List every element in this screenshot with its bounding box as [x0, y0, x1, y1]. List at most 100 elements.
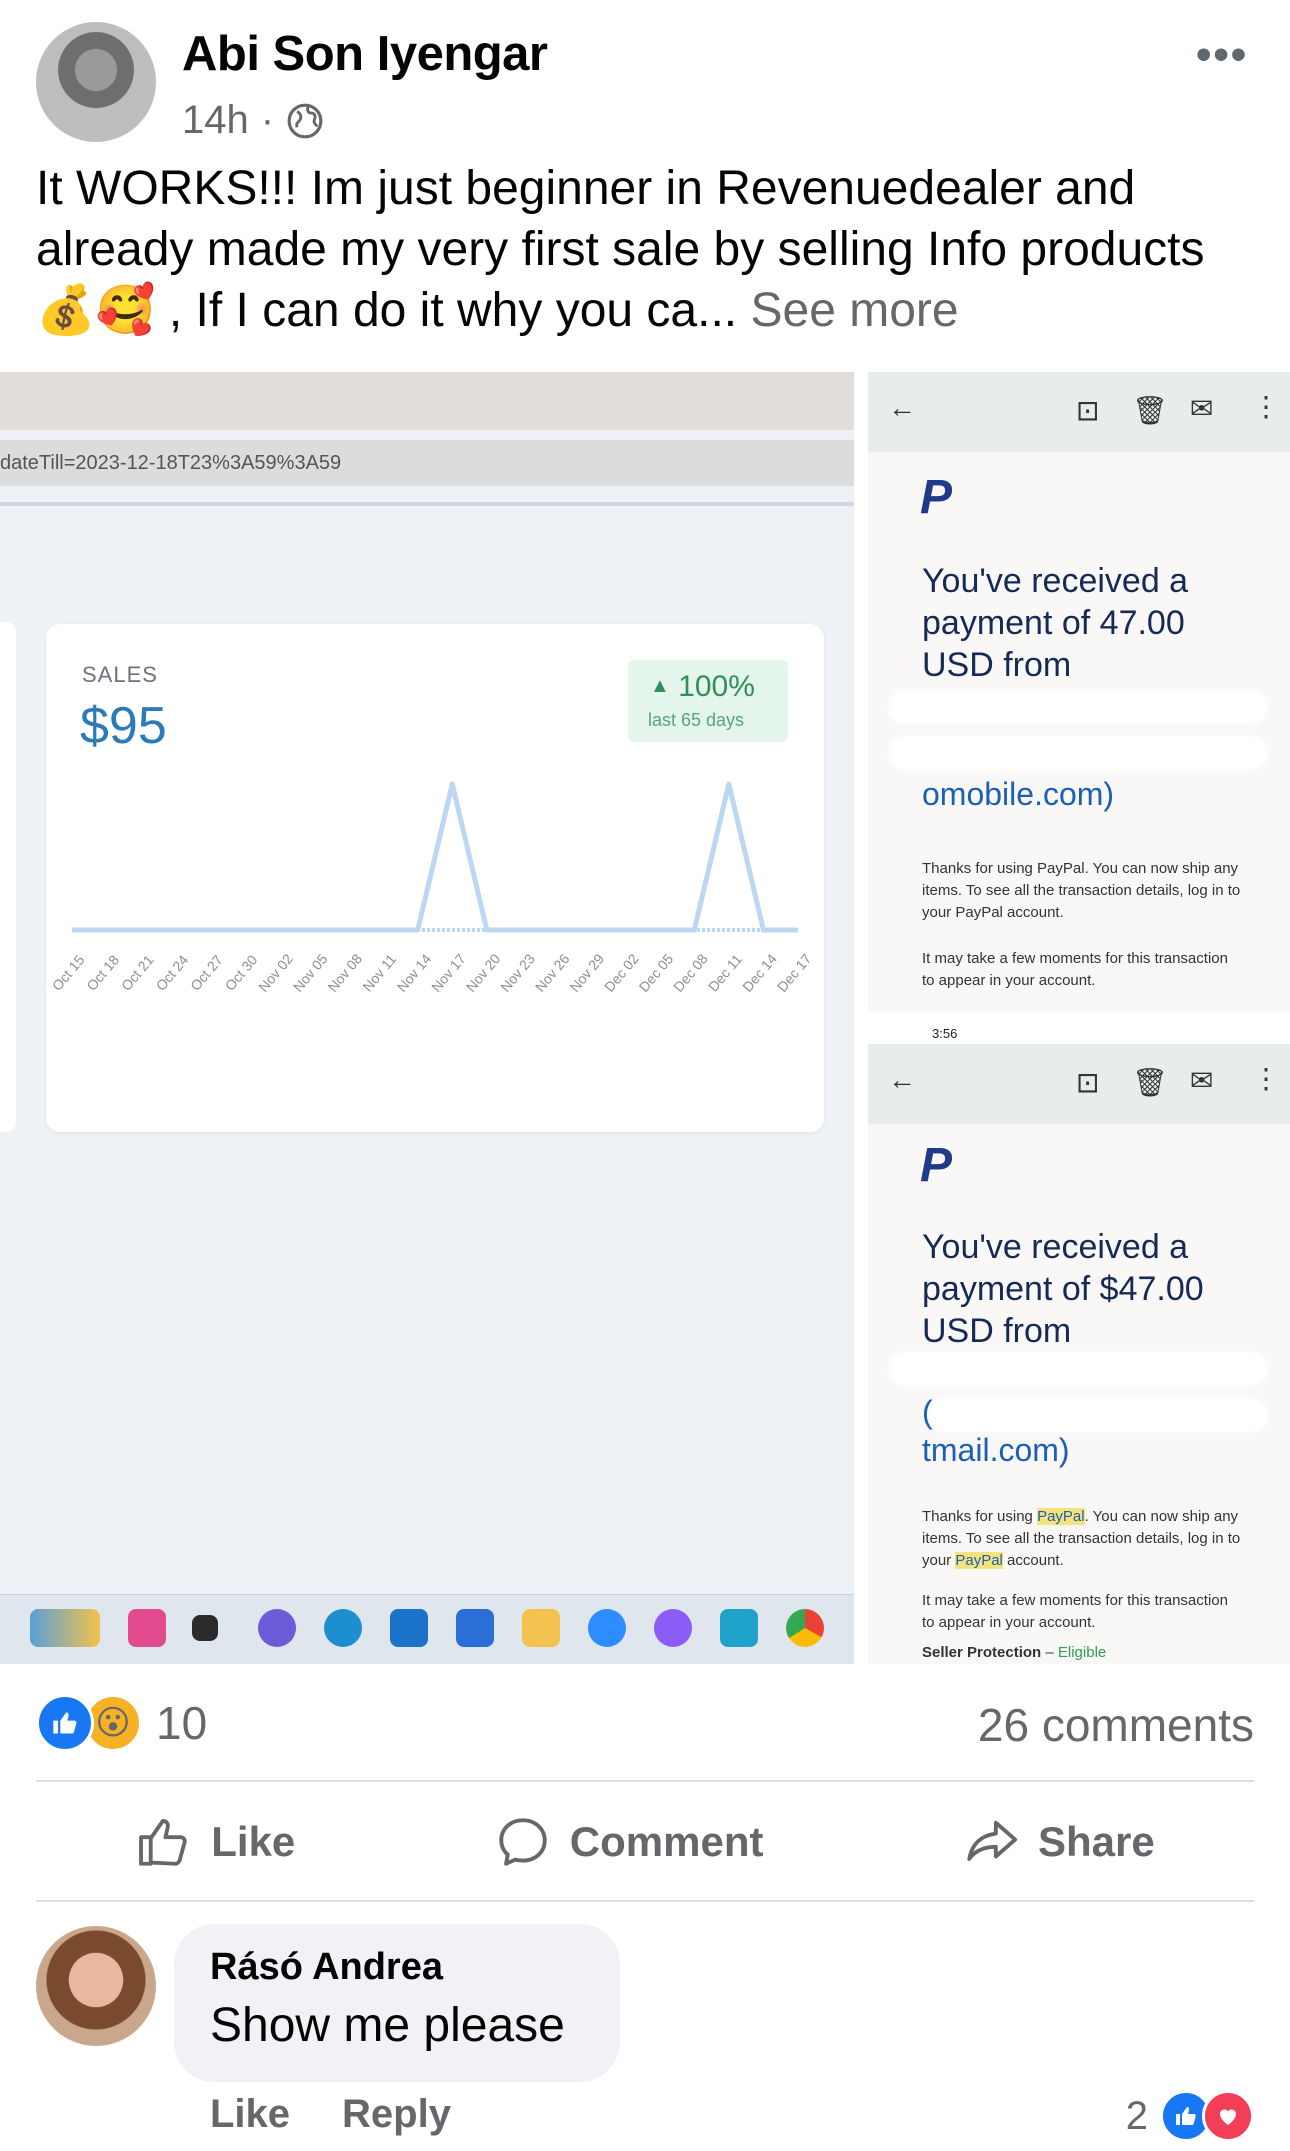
comment-label: Comment: [569, 1818, 764, 1865]
x-tick-label: Oct 24: [152, 952, 191, 994]
browser-tabbar: [0, 372, 854, 430]
author-avatar[interactable]: [36, 22, 156, 142]
comment-button[interactable]: Comment: [494, 1813, 764, 1871]
globe-icon: [287, 103, 323, 138]
x-tick-label: Oct 21: [118, 952, 157, 994]
comment-like-button[interactable]: Like: [210, 2092, 290, 2137]
post-actions: Like Comment Share: [36, 1782, 1254, 1902]
phone-status-bar: 3:56: [868, 1026, 1290, 1044]
seller-status: Eligible: [1057, 1644, 1107, 1661]
windows-taskbar: [0, 1594, 854, 1664]
body-text: account.: [1002, 1552, 1064, 1569]
post-text: It WORKS!!! Im just beginner in Revenued…: [36, 158, 1256, 341]
seller-protection: Seller Protection – Eligible: [922, 1642, 1242, 1664]
browser-url-bar: dateTill=2023-12-18T23%3A59%3A59: [0, 440, 854, 486]
x-tick-label: Nov 20: [463, 950, 504, 994]
highlight-paypal: PayPal: [955, 1552, 1003, 1569]
x-tick-label: Nov 05: [290, 950, 331, 994]
email-link: omobile.com): [922, 776, 1115, 812]
comments-count[interactable]: 26 comments: [978, 1698, 1254, 1752]
archive-icon: ⊡: [1076, 395, 1100, 426]
sales-chart: Oct 15Oct 18Oct 21Oct 24Oct 27Oct 30Nov …: [49, 781, 815, 995]
x-tick-label: Nov 17: [428, 950, 469, 994]
thumbs-up-icon: [139, 1819, 187, 1866]
post-body: It WORKS!!! Im just beginner in Revenued…: [36, 162, 1205, 337]
store-icon: [128, 1609, 166, 1647]
email-paren: (: [922, 1394, 933, 1430]
trash-icon: 🗑: [1132, 395, 1168, 426]
post-time[interactable]: 14h: [182, 98, 249, 143]
x-tick-label: Dec 05: [635, 950, 676, 994]
taskview-icon: [192, 1615, 218, 1641]
redacted-email: [928, 1398, 1268, 1432]
edge-icon: [324, 1609, 362, 1647]
redacted-name: [888, 1352, 1268, 1386]
share-label: Share: [1037, 1818, 1155, 1865]
x-tick-label: Dec 02: [601, 950, 642, 994]
comment-reactions[interactable]: 2: [1126, 2090, 1254, 2142]
share-button[interactable]: Share: [962, 1813, 1155, 1871]
weather-icon: [30, 1609, 100, 1647]
share-icon: [967, 1820, 1018, 1861]
comment-bubble: Rásó Andrea Show me please: [174, 1924, 620, 2082]
archive-icon: ⊡: [1076, 1067, 1100, 1098]
email-toolbar: ← ⊡ 🗑 ✉ ⋮: [868, 372, 1290, 452]
email-body-1: Thanks for using PayPal. You can now shi…: [922, 860, 1241, 921]
more-options-icon[interactable]: •••: [1196, 30, 1248, 80]
sales-series-line: [72, 781, 798, 933]
email-body-1: Thanks for using PayPal. You can now shi…: [922, 1506, 1242, 1572]
comment-reaction-count: 2: [1125, 2093, 1148, 2138]
commenter-avatar[interactable]: [36, 1926, 156, 2046]
chat-icon: [258, 1609, 296, 1647]
x-tick-label: Nov 02: [255, 950, 296, 994]
meta-separator: ·: [260, 98, 275, 142]
x-tick-label: Oct 27: [187, 952, 226, 994]
commenter-name[interactable]: Rásó Andrea: [210, 1946, 443, 1989]
redacted-name: [888, 690, 1268, 724]
url-divider: [0, 502, 854, 506]
email-toolbar: ← ⊡ 🗑 ✉ ⋮: [868, 1044, 1290, 1124]
like-reaction-icon: [36, 1694, 94, 1752]
love-reaction-icon: [1202, 2090, 1254, 2142]
x-tick-label: Oct 30: [222, 952, 261, 994]
like-label: Like: [211, 1818, 296, 1865]
msstore-icon: [456, 1609, 494, 1647]
x-tick-label: Nov 29: [566, 950, 607, 994]
x-tick-label: Dec 08: [670, 950, 711, 994]
sales-card: SALES $95 ▲ 100% last 65 days Oct 15 Oct …: [46, 624, 824, 1132]
email-heading: You've received a payment of $47.00 USD …: [922, 1228, 1204, 1350]
x-tick-label: Nov 26: [532, 950, 573, 994]
divider: [36, 1900, 1254, 1902]
author-name[interactable]: Abi Son Iyengar: [182, 26, 548, 82]
post-image[interactable]: dateTill=2023-12-18T23%3A59%3A59 SALES $…: [0, 372, 1290, 1664]
reaction-summary[interactable]: 😮 10: [36, 1694, 207, 1752]
mark-unread-icon: ✉: [1190, 1065, 1214, 1096]
see-more-link[interactable]: See more: [750, 284, 958, 337]
reaction-count: 10: [156, 1697, 208, 1749]
post-meta: 14h ·: [182, 98, 324, 143]
email-heading: You've received a payment of 47.00 USD f…: [922, 562, 1189, 684]
comment-actions: Like Reply: [210, 2092, 451, 2137]
seller-dash: –: [1041, 1644, 1058, 1661]
comment-reply-button[interactable]: Reply: [342, 2092, 451, 2137]
x-tick-label: Nov 11: [359, 951, 399, 995]
kebab-menu-icon: ⋮: [1252, 391, 1280, 422]
alexa-icon: [720, 1609, 758, 1647]
chrome-icon: [786, 1609, 824, 1647]
like-button[interactable]: Like: [135, 1813, 295, 1871]
back-arrow-icon: ←: [888, 392, 916, 423]
email-body-2: It may take a few moments for this trans…: [922, 950, 1228, 989]
x-tick-label: Dec 11: [705, 951, 745, 995]
x-tick-label: Nov 08: [324, 950, 365, 994]
x-tick-label: Dec 17: [774, 950, 815, 994]
paypal-email-2: 3:56 ← ⊡ 🗑 ✉ ⋮ P You've received a payme…: [868, 1026, 1290, 1664]
redacted-email: [888, 736, 1268, 770]
trash-icon: 🗑: [1132, 1067, 1168, 1098]
comment-icon: [499, 1818, 547, 1866]
mark-unread-icon: ✉: [1190, 393, 1214, 424]
email-link: tmail.com): [922, 1432, 1070, 1468]
copilot-icon: [654, 1609, 692, 1647]
paypal-email-1: ← ⊡ 🗑 ✉ ⋮ P You've received a payment of…: [868, 372, 1290, 1012]
zoom-icon: [588, 1609, 626, 1647]
x-tick-label: Dec 14: [739, 950, 780, 994]
